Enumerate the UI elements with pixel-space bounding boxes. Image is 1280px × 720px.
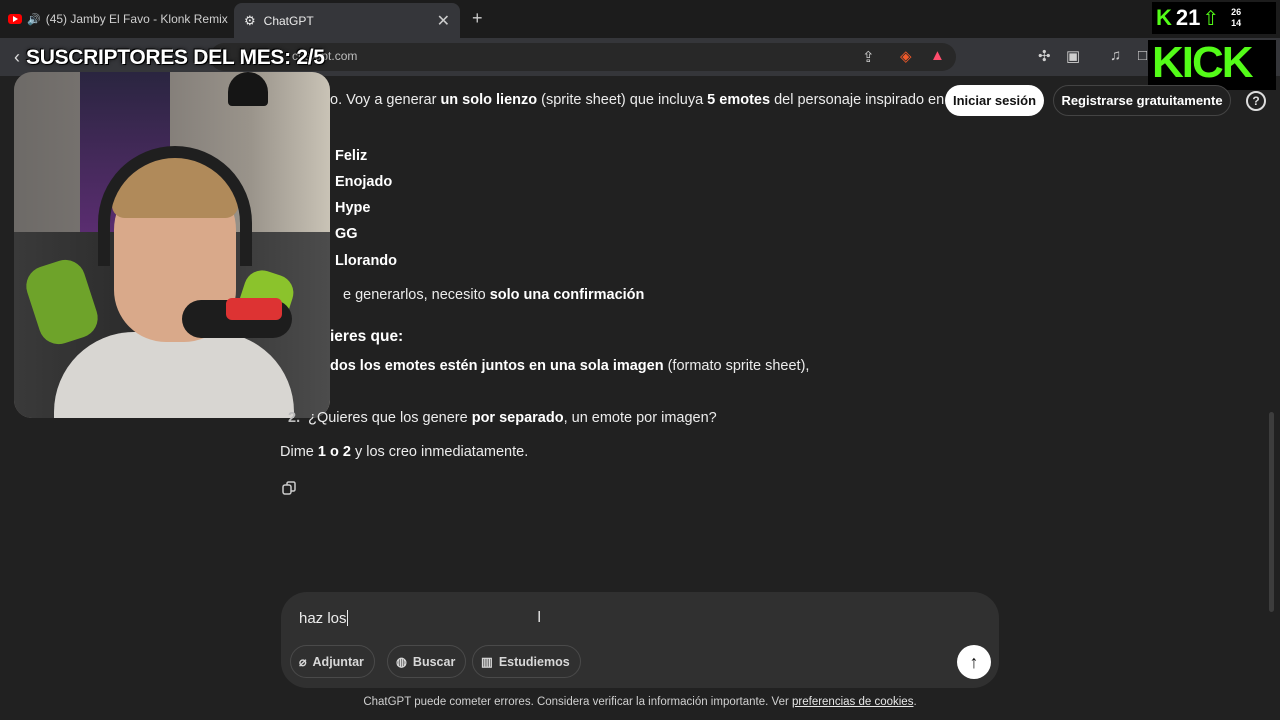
sidebar-icon[interactable]: ▣ (1066, 47, 1080, 65)
button-label: Estudiemos (498, 654, 570, 669)
cam-shirt (54, 332, 294, 418)
prompt-text: haz los (299, 610, 347, 627)
emote-list-item: Enojado (335, 172, 1055, 192)
text: solo una confirmación (489, 287, 645, 303)
back-icon[interactable]: ‹ (14, 47, 20, 68)
browser-tab-bar: 🔊 (45) Jamby El Favo - Klonk Remix ⚙ Cha… (0, 0, 1280, 38)
emote-list-item: Feliz (335, 146, 1055, 166)
tab-youtube[interactable]: 🔊 (45) Jamby El Favo - Klonk Remix (8, 5, 230, 33)
option-1: dos los emotes estén juntos en una sola … (330, 356, 1050, 376)
text: , un emote por imagen? (563, 410, 717, 426)
window-icon[interactable]: □ (1138, 47, 1147, 64)
emote-list-item: Llorando (335, 251, 1055, 271)
stat-pair: 26 14 (1231, 7, 1241, 29)
stat-a: 26 (1231, 7, 1242, 17)
tab-chatgpt[interactable]: ⚙ ChatGPT ✕ (234, 3, 460, 38)
emote-name: Hype (335, 200, 371, 216)
text: e generarlos, necesito (343, 287, 490, 303)
ibeam-cursor-icon: I (537, 609, 542, 626)
share-icon[interactable]: ⇪ (862, 48, 875, 66)
tab-label: (45) Jamby El Favo - Klonk Remix (45, 12, 228, 26)
text: por separado (471, 410, 564, 426)
text: y los creo inmediatamente. (350, 444, 529, 460)
up-arrow-icon: ⇧ (1202, 7, 1220, 30)
brave-rewards-icon[interactable]: ▲ (930, 47, 945, 64)
button-label: Buscar (412, 654, 456, 669)
message-intro: o. Voy a generar un solo lienzo (sprite … (330, 90, 1050, 110)
text: 5 emotes (707, 92, 771, 108)
speaker-icon: 🔊 (27, 13, 41, 26)
paperclip-icon: ⌀ (299, 655, 307, 669)
message-question: ieres que: (330, 327, 1050, 347)
stream-stats: K 21 ⇧ 26 14 (1152, 2, 1276, 34)
emote-name: GG (335, 226, 358, 242)
help-icon[interactable]: ? (1246, 91, 1266, 111)
emote-list-item: Hype (335, 198, 1055, 218)
send-button[interactable]: ↑ (957, 645, 991, 679)
cam-cap (228, 72, 268, 106)
emote-name: Enojado (335, 174, 393, 190)
emote-name: Llorando (335, 253, 398, 269)
microphone-label (226, 298, 282, 320)
text: (sprite sheet) que incluya (537, 92, 708, 108)
text: 1 o 2 (317, 444, 351, 460)
text: del personaje inspirado en (770, 92, 945, 108)
footer-disclaimer: ChatGPT puede cometer errores. Considera… (0, 696, 1280, 708)
text: ieres que: (330, 328, 404, 345)
arrow-up-icon: ↑ (969, 651, 979, 672)
text: dos los emotes estén juntos en una sola … (330, 358, 664, 374)
text: un solo lienzo (440, 92, 538, 108)
emote-list-item: GG (335, 224, 1055, 244)
text: . (913, 696, 917, 708)
media-icon[interactable]: ♫ (1110, 47, 1121, 64)
brave-shield-icon[interactable]: ◈ (900, 47, 912, 65)
text: (formato sprite sheet), (663, 358, 810, 374)
text: Dime (280, 444, 318, 460)
prompt-input[interactable]: haz los (299, 610, 348, 627)
option-2: 2. ¿Quieres que los genere por separado, … (288, 408, 1008, 428)
emote-name: Feliz (335, 148, 368, 164)
new-tab-icon[interactable]: + (472, 8, 483, 29)
kick-logo-text: KICK (1152, 38, 1254, 87)
text-caret (346, 610, 348, 626)
subs-overlay-text: SUSCRIPTORES DEL MES: 2/5 (26, 46, 325, 69)
copy-icon[interactable] (282, 481, 296, 495)
text: o. Voy a generar (330, 92, 441, 108)
kick-logo-icon: K (1156, 5, 1172, 30)
viewer-count: 21 (1175, 5, 1201, 30)
text: ChatGPT puede cometer errores. Considera… (363, 696, 792, 708)
webcam-overlay (14, 72, 330, 418)
signup-button[interactable]: Registrarse gratuitamente (1053, 85, 1231, 116)
list-number: 2. (288, 410, 301, 426)
openai-icon: ⚙ (244, 12, 256, 28)
message-before: e generarlos, necesito solo una confirma… (343, 285, 1063, 305)
tab-label: ChatGPT (263, 13, 314, 28)
youtube-icon (8, 14, 22, 24)
attach-button[interactable]: ⌀ Adjuntar (290, 645, 375, 678)
extensions-icon[interactable]: ✣ (1038, 47, 1051, 65)
book-icon: ▥ (481, 655, 493, 669)
globe-icon: ◍ (396, 655, 407, 669)
message-final: Dime 1 o 2 y los creo inmediatamente. (280, 442, 1000, 462)
composer[interactable]: haz los (281, 592, 999, 688)
scrollbar[interactable] (1269, 412, 1274, 612)
close-tab-icon[interactable]: ✕ (437, 11, 450, 31)
kick-logo: KICK (1148, 38, 1276, 90)
search-button[interactable]: ◍ Buscar (387, 645, 467, 678)
study-button[interactable]: ▥ Estudiemos (472, 645, 581, 678)
button-label: Adjuntar (312, 654, 364, 669)
stat-b: 14 (1231, 18, 1242, 28)
text: ¿Quieres que los genere (308, 410, 472, 426)
cookie-preferences-link[interactable]: preferencias de cookies (792, 696, 913, 708)
